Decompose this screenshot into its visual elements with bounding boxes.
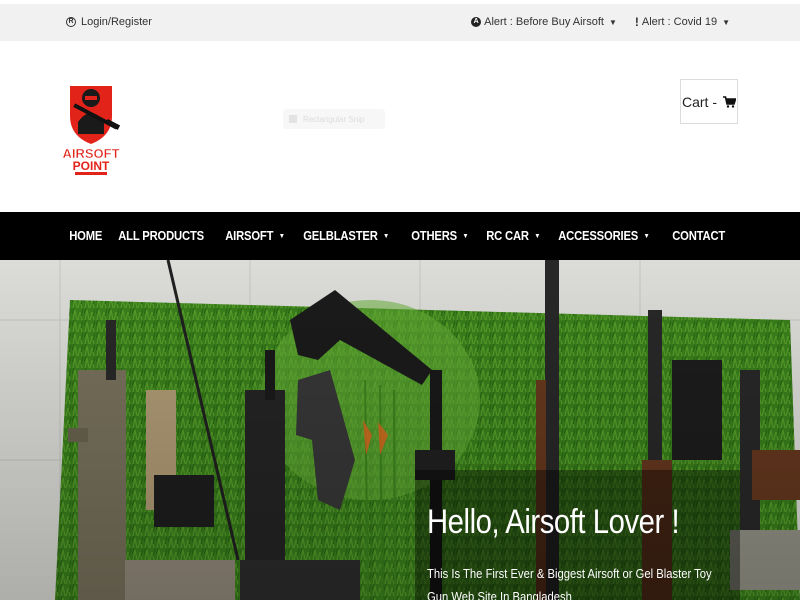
hero-banner: Hello, Airsoft Lover ! This Is The First… <box>0 260 800 600</box>
caret-down-icon: ▼ <box>534 232 541 240</box>
site-header: AIRSOFT POINT Rectangular Snip Cart - <box>0 41 800 212</box>
hero-subtitle: This Is The First Ever & Biggest Airsoft… <box>427 567 712 600</box>
search-box[interactable]: Rectangular Snip <box>283 109 385 129</box>
nav-all-products-label: ALL PRODUCTS <box>117 229 204 243</box>
snip-icon <box>289 115 297 123</box>
nav-accessories-label: ACCESSORIES <box>558 229 639 243</box>
hero-text: Hello, Airsoft Lover ! This Is The First… <box>427 503 720 600</box>
nav-gelblaster-label: GELBLASTER <box>303 229 378 243</box>
logo-text-point: POINT <box>73 159 110 173</box>
exclamation-icon: ! <box>634 15 639 29</box>
alert-covid-label: Alert : Covid 19 <box>641 16 718 28</box>
cart-button[interactable]: Cart - <box>680 79 738 124</box>
caret-down-icon: ▼ <box>383 232 390 240</box>
circle-a-icon: A <box>471 17 482 27</box>
top-bar: R Login/Register A Alert : Before Buy Ai… <box>0 4 800 41</box>
site-logo[interactable]: AIRSOFT POINT <box>58 78 124 178</box>
airsoft-point-logo-icon: AIRSOFT POINT <box>62 86 121 175</box>
hero-photo-illustration <box>0 260 800 600</box>
caret-down-icon: ▼ <box>643 232 651 240</box>
nav-accessories[interactable]: ACCESSORIES ▼ <box>551 229 657 243</box>
nav-home[interactable]: HOME <box>62 229 109 243</box>
nav-contact-label: CONTACT <box>672 229 726 243</box>
nav-all-products[interactable]: ALL PRODUCTS <box>111 229 211 243</box>
alert-before-buy-dropdown[interactable]: A Alert : Before Buy Airsoft ▼ <box>471 15 617 29</box>
nav-contact[interactable]: CONTACT <box>665 229 732 243</box>
nav-airsoft[interactable]: AIRSOFT ▼ <box>218 229 292 243</box>
shopping-cart-icon <box>723 95 736 108</box>
main-nav: HOME ALL PRODUCTS AIRSOFT ▼ GELBLASTER ▼ O… <box>0 212 800 260</box>
caret-down-icon: ▼ <box>722 17 730 27</box>
alert-covid-dropdown[interactable]: ! Alert : Covid 19 ▼ <box>635 15 730 29</box>
login-register-link[interactable]: R Login/Register <box>66 16 152 28</box>
caret-down-icon: ▼ <box>462 232 469 240</box>
nav-rc-car-label: RC CAR <box>486 229 530 243</box>
nav-gelblaster[interactable]: GELBLASTER ▼ <box>296 229 396 243</box>
hero-title: Hello, Airsoft Lover ! <box>427 503 680 541</box>
nav-others[interactable]: OTHERS ▼ <box>404 229 476 243</box>
nav-airsoft-label: AIRSOFT <box>225 229 274 243</box>
search-placeholder: Rectangular Snip <box>303 114 365 124</box>
caret-down-icon: ▼ <box>608 17 617 27</box>
nav-others-label: OTHERS <box>410 229 457 243</box>
registered-icon: R <box>66 17 76 27</box>
login-register-label: Login/Register <box>81 16 152 28</box>
nav-home-label: HOME <box>69 229 103 243</box>
nav-rc-car[interactable]: RC CAR ▼ <box>479 229 548 243</box>
cart-label: Cart - <box>682 93 717 110</box>
alerts-menu: A Alert : Before Buy Airsoft ▼ ! Alert :… <box>471 15 730 29</box>
alert-before-buy-label: Alert : Before Buy Airsoft <box>484 16 604 28</box>
caret-down-icon: ▼ <box>278 232 285 240</box>
